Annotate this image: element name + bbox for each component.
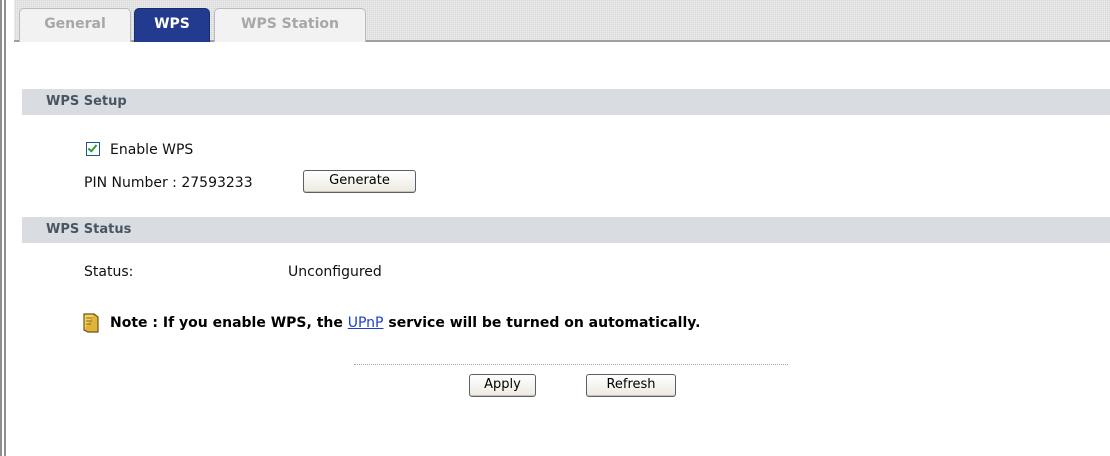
checkmark-icon xyxy=(87,142,98,153)
status-value: Unconfigured xyxy=(288,264,382,280)
note-suffix: service will be turned on automatically. xyxy=(388,315,701,331)
main-content: WPS Setup Enable WPS PIN Number : 275932… xyxy=(14,44,1110,456)
wps-setup-header: WPS Setup xyxy=(22,89,1110,115)
enable-wps-checkbox[interactable] xyxy=(86,142,100,156)
tab-wps[interactable]: WPS xyxy=(134,8,210,42)
enable-wps-label: Enable WPS xyxy=(110,142,194,158)
tab-wps-station[interactable]: WPS Station xyxy=(214,8,366,42)
tab-bar: General WPS WPS Station xyxy=(14,0,1110,42)
refresh-button[interactable]: Refresh xyxy=(586,374,676,397)
generate-button[interactable]: Generate xyxy=(303,170,416,193)
actions-divider xyxy=(354,364,788,365)
tab-general[interactable]: General xyxy=(19,8,131,42)
upnp-link[interactable]: UPnP xyxy=(348,315,384,331)
note-text: Note : If you enable WPS, the UPnP servi… xyxy=(110,314,700,332)
note-icon xyxy=(83,313,99,333)
pin-number-text: PIN Number : 27593233 xyxy=(84,175,253,191)
note-prefix: Note : If you enable WPS, the xyxy=(110,315,343,331)
window-frame: General WPS WPS Station WPS Setup Enable… xyxy=(0,0,1110,456)
status-label: Status: xyxy=(84,264,134,280)
apply-button[interactable]: Apply xyxy=(469,374,536,397)
wps-status-header: WPS Status xyxy=(22,217,1110,243)
